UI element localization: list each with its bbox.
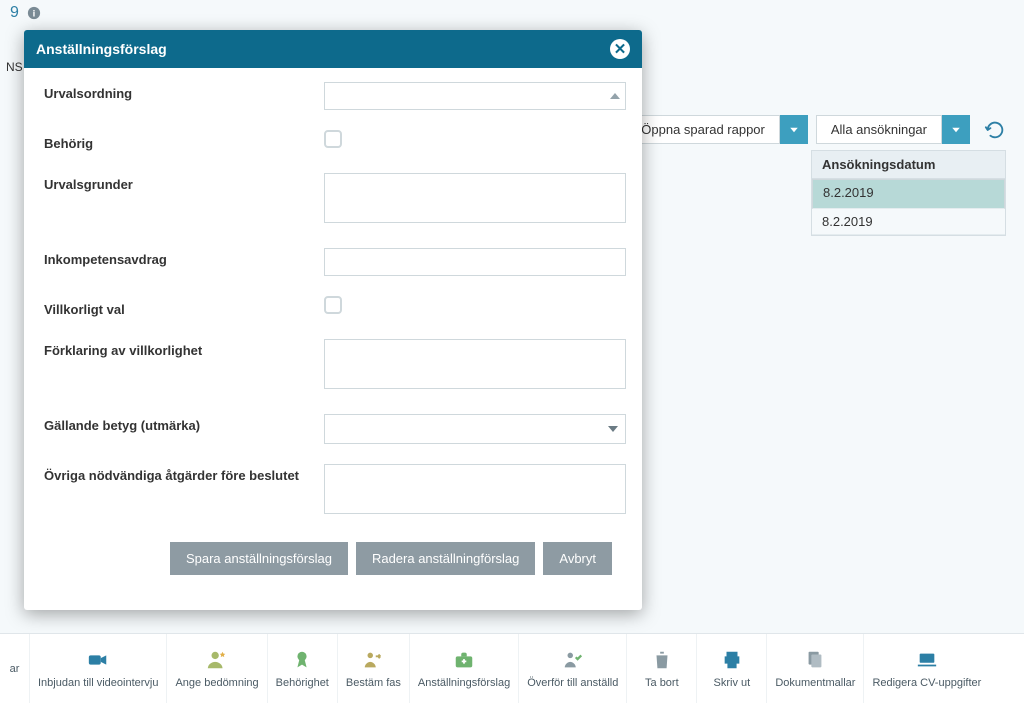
toolbar-item-prev[interactable]: ar bbox=[0, 634, 30, 703]
person-check-icon bbox=[562, 649, 584, 671]
employment-proposal-dialog: Anställningsförslag ✕ Urvalsordning Behö… bbox=[24, 30, 642, 610]
all-applications-label: Alla ansökningar bbox=[816, 115, 942, 144]
close-icon[interactable]: ✕ bbox=[610, 39, 630, 59]
villkorligt-val-checkbox[interactable] bbox=[324, 296, 342, 314]
toolbar-label: Inbjudan till videointervju bbox=[38, 677, 158, 689]
label-villkorligt-val: Villkorligt val bbox=[44, 298, 324, 317]
refresh-icon[interactable] bbox=[984, 119, 1006, 141]
sort-up-icon bbox=[610, 93, 620, 99]
page-header-fragment: 9 i bbox=[10, 4, 41, 22]
dialog-title: Anställningsförslag bbox=[36, 41, 167, 57]
ovriga-textarea[interactable] bbox=[324, 464, 626, 514]
toolbar-label: Bestäm fas bbox=[346, 677, 401, 689]
toolbar-item-delete[interactable]: Ta bort bbox=[627, 634, 697, 703]
dialog-header: Anställningsförslag ✕ bbox=[24, 30, 642, 68]
label-urvalsordning: Urvalsordning bbox=[44, 82, 324, 101]
urvalsgrunder-textarea[interactable] bbox=[324, 173, 626, 223]
toolbar-label: Dokumentmallar bbox=[775, 677, 855, 689]
info-icon[interactable]: i bbox=[27, 6, 41, 20]
toolbar-item-proposal[interactable]: Anställningsförslag bbox=[410, 634, 519, 703]
urvalsordning-input[interactable] bbox=[324, 82, 626, 110]
label-ovriga: Övriga nödvändiga åtgärder före beslutet bbox=[44, 464, 324, 483]
applications-date-table: Ansökningsdatum 8.2.2019 8.2.2019 bbox=[811, 150, 1006, 236]
toolbar-label: Skriv ut bbox=[714, 677, 751, 689]
person-arrow-icon bbox=[362, 649, 384, 671]
list-picker-icon[interactable] bbox=[604, 88, 620, 104]
all-applications-dropdown[interactable]: Alla ansökningar bbox=[816, 115, 970, 144]
gallande-betyg-select[interactable] bbox=[324, 414, 626, 444]
chevron-down-icon[interactable] bbox=[780, 115, 808, 144]
trash-icon bbox=[651, 649, 673, 671]
laptop-icon bbox=[916, 649, 938, 671]
save-button[interactable]: Spara anställningsförslag bbox=[170, 542, 348, 575]
chevron-down-icon[interactable] bbox=[942, 115, 970, 144]
table-row[interactable]: 8.2.2019 bbox=[812, 179, 1005, 209]
delete-button[interactable]: Radera anställningförslag bbox=[356, 542, 535, 575]
label-gallande-betyg: Gällande betyg (utmärka) bbox=[44, 414, 324, 433]
label-inkompetensavdrag: Inkompetensavdrag bbox=[44, 248, 324, 267]
toolbar-label: Överför till anställd bbox=[527, 677, 618, 689]
behorig-checkbox[interactable] bbox=[324, 130, 342, 148]
person-star-icon bbox=[206, 649, 228, 671]
toolbar-item-phase[interactable]: Bestäm fas bbox=[338, 634, 410, 703]
toolbar-label: Ta bort bbox=[645, 677, 679, 689]
briefcase-plus-icon bbox=[453, 649, 475, 671]
header-number: 9 bbox=[10, 4, 19, 22]
cancel-button[interactable]: Avbryt bbox=[543, 542, 612, 575]
toolbar-item-eligibility[interactable]: Behörighet bbox=[268, 634, 338, 703]
toolbar-item-video-invite[interactable]: Inbjudan till videointervju bbox=[30, 634, 167, 703]
medal-icon bbox=[291, 649, 313, 671]
dialog-scroll-area[interactable]: Urvalsordning Behörig Urvalsgrunder bbox=[44, 82, 634, 532]
toolbar-label: Ange bedömning bbox=[175, 677, 258, 689]
table-row[interactable]: 8.2.2019 bbox=[812, 209, 1005, 235]
documents-icon bbox=[804, 649, 826, 671]
toolbar-item-edit-cv[interactable]: Redigera CV-uppgifter bbox=[864, 634, 989, 703]
svg-text:i: i bbox=[33, 9, 36, 20]
toolbar-label: Anställningsförslag bbox=[418, 677, 510, 689]
open-saved-report-label: Öppna sparad rappor bbox=[626, 115, 780, 144]
forklaring-textarea[interactable] bbox=[324, 339, 626, 389]
video-camera-icon bbox=[87, 649, 109, 671]
table-header-appdate[interactable]: Ansökningsdatum bbox=[812, 151, 1005, 179]
toolbar-item-print[interactable]: Skriv ut bbox=[697, 634, 767, 703]
toolbar-label: Behörighet bbox=[276, 677, 329, 689]
dialog-action-bar: Spara anställningsförslag Radera anställ… bbox=[44, 532, 634, 593]
bottom-toolbar: ar Inbjudan till videointervju Ange bedö… bbox=[0, 633, 1024, 703]
label-urvalsgrunder: Urvalsgrunder bbox=[44, 173, 324, 192]
toolbar-item-transfer[interactable]: Överför till anställd bbox=[519, 634, 627, 703]
toolbar-item-doc-templates[interactable]: Dokumentmallar bbox=[767, 634, 864, 703]
toolbar-label: ar bbox=[10, 663, 20, 675]
label-behorig: Behörig bbox=[44, 132, 324, 151]
label-forklaring: Förklaring av villkorlighet bbox=[44, 339, 324, 358]
printer-icon bbox=[721, 649, 743, 671]
open-saved-report-dropdown[interactable]: Öppna sparad rappor bbox=[626, 115, 808, 144]
toolbar-label: Redigera CV-uppgifter bbox=[872, 677, 981, 689]
toolbar-item-assess[interactable]: Ange bedömning bbox=[167, 634, 267, 703]
background-controls: otalt 2 Öppna sparad rappor Alla ansökni… bbox=[579, 115, 1006, 144]
inkompetensavdrag-input[interactable] bbox=[324, 248, 626, 276]
